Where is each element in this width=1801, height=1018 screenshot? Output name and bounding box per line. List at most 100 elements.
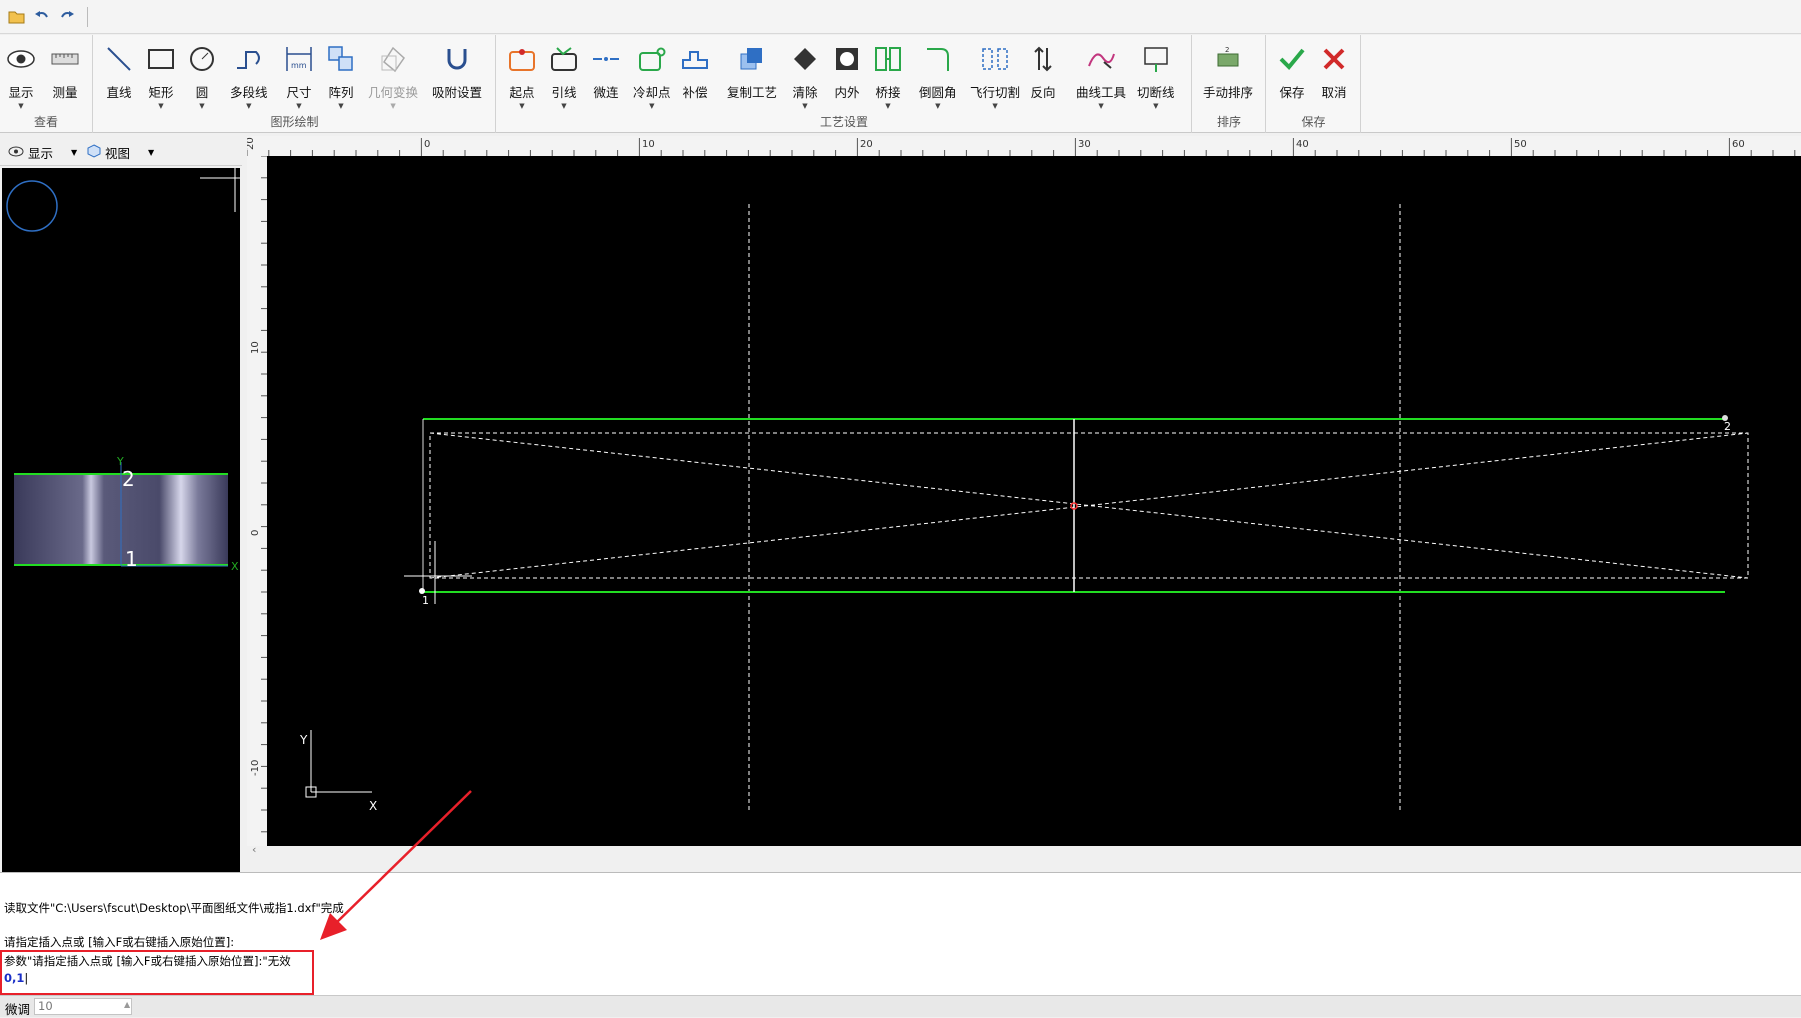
- line-button[interactable]: 直线: [104, 43, 134, 115]
- ruler-label: 10: [250, 341, 261, 354]
- rectangle-icon: [146, 43, 176, 75]
- group-label-view: 查看: [33, 115, 58, 129]
- manual-sort-button[interactable]: 2 手动排序: [1203, 43, 1253, 115]
- line-icon: [104, 43, 134, 75]
- end-point: [1722, 415, 1728, 421]
- reverse-arrows-icon: [1028, 43, 1058, 75]
- ucs-axis-icon: [305, 730, 372, 798]
- ruler-label: 10: [642, 139, 655, 150]
- compensate-icon: [680, 43, 710, 75]
- ribbon-group-save: 保存 取消 保存: [1267, 35, 1361, 133]
- horizontal-scrollbar[interactable]: ‹: [247, 843, 1801, 856]
- start-point: [419, 588, 425, 594]
- diagonal-line: [429, 432, 1749, 579]
- flycut-icon: [980, 43, 1010, 75]
- redo-icon[interactable]: [58, 8, 76, 26]
- magnet-icon: [442, 43, 472, 75]
- start-point-button[interactable]: 起点 ▼: [507, 43, 537, 115]
- ruler-label: -10: [250, 760, 261, 776]
- chevron-down-icon: ▼: [148, 148, 155, 157]
- ribbon-group-draw: 直线 矩形 ▼ 圆 ▼ 多段线 ▼ mm 尺寸 ▼ 阵列 ▼ 几何变换 ▼ 吸附…: [94, 35, 496, 133]
- ruler-left: 10 0 -10: [247, 156, 267, 846]
- save-button[interactable]: 保存: [1277, 43, 1307, 115]
- svg-text:mm: mm: [291, 61, 307, 70]
- quick-access-toolbar: [0, 0, 1801, 34]
- flycut-button[interactable]: 飞行切割 ▼: [970, 43, 1020, 115]
- lead-line-button[interactable]: 引线 ▼: [549, 43, 579, 115]
- fine-tune-label: 微调: [5, 1002, 31, 1017]
- circle-icon: [187, 43, 217, 75]
- cube-icon: [87, 144, 101, 161]
- display-button[interactable]: 显示 ▼: [6, 43, 36, 115]
- svg-text:X: X: [231, 560, 239, 573]
- end-marker-label: 2: [1724, 420, 1731, 433]
- array-button[interactable]: 阵列 ▼: [326, 43, 356, 115]
- compensate-button[interactable]: 补偿: [680, 43, 710, 115]
- highlight-box: [0, 950, 314, 995]
- measure-button[interactable]: 测量: [50, 43, 80, 115]
- microjoint-button[interactable]: 微连: [591, 43, 621, 115]
- array-icon: [326, 43, 356, 75]
- cooling-point-button[interactable]: 冷却点 ▼: [633, 43, 671, 115]
- clear-button[interactable]: 清除 ▼: [790, 43, 820, 115]
- cancel-button[interactable]: 取消: [1319, 43, 1349, 115]
- svg-text:1: 1: [125, 547, 138, 571]
- close-icon: [1319, 43, 1349, 75]
- ribbon-group-view: 显示 ▼ 测量 查看: [0, 35, 93, 133]
- eye-icon: [6, 43, 36, 75]
- geo-transform-button[interactable]: 几何变换 ▼: [368, 43, 418, 115]
- chevron-left-icon[interactable]: ‹: [252, 843, 256, 856]
- eye-icon: [8, 145, 24, 160]
- snap-settings-button[interactable]: 吸附设置: [432, 43, 482, 115]
- left-display-dropdown[interactable]: 显示 ▼: [8, 143, 77, 162]
- chevron-down-icon: ▼: [18, 102, 24, 110]
- rect-button[interactable]: 矩形 ▼: [146, 43, 176, 115]
- preview-canvas[interactable]: Y X 2 1: [2, 168, 240, 872]
- open-folder-icon[interactable]: [8, 8, 26, 26]
- undo-icon[interactable]: [33, 8, 51, 26]
- svg-text:2: 2: [1225, 46, 1229, 54]
- ruler-label: 30: [1078, 139, 1091, 150]
- ruler-label: 0: [424, 139, 430, 150]
- status-bar: 微调 10 ▲: [0, 995, 1801, 1017]
- chevron-down-icon: ▼: [71, 148, 78, 157]
- circle-button[interactable]: 圆 ▼: [187, 43, 217, 115]
- svg-text:2: 2: [122, 467, 135, 491]
- fine-tune-input[interactable]: 10: [34, 998, 132, 1015]
- ribbon: 显示 ▼ 测量 查看 直线 矩形 ▼ 圆 ▼ 多段线 ▼ mm 尺寸 ▼ 阵列 …: [0, 35, 1801, 133]
- bounding-box: [429, 432, 1749, 579]
- crosshair-cursor: [200, 168, 240, 212]
- diamond-icon: [790, 43, 820, 75]
- toolbar-separator: [87, 7, 88, 27]
- curve-tools-button[interactable]: 曲线工具 ▼: [1076, 43, 1126, 115]
- ruler-top: 20 0 10 20 30 40 50 60: [247, 136, 1801, 156]
- ruler-label: 20: [860, 139, 873, 150]
- dimension-button[interactable]: mm 尺寸 ▼: [284, 43, 314, 115]
- left-view-dropdown[interactable]: 视图 ▼: [87, 143, 154, 162]
- lead-line-icon: [549, 43, 579, 75]
- copy-process-icon: [737, 43, 767, 75]
- bridge-button[interactable]: 桥接 ▼: [873, 43, 903, 115]
- inner-outer-button[interactable]: 内外: [832, 43, 862, 115]
- copy-process-button[interactable]: 复制工艺: [727, 43, 777, 115]
- start-point-icon: [507, 43, 537, 75]
- reverse-button[interactable]: 反向: [1028, 43, 1058, 115]
- command-log-line: 读取文件"C:\Users\fscut\Desktop\平面图纸文件\戒指1.d…: [4, 901, 344, 915]
- svg-text:X: X: [369, 799, 377, 813]
- dimension-icon: mm: [284, 43, 314, 75]
- ruler-label: 0: [250, 530, 261, 536]
- drawing-canvas[interactable]: 20 0 10 20 30 40 50 60 10 0 -10 1 2 Y X …: [247, 136, 1801, 856]
- cutline-button[interactable]: 切断线 ▼: [1137, 43, 1175, 115]
- ruler-label: 60: [1732, 139, 1745, 150]
- polyline-button[interactable]: 多段线 ▼: [230, 43, 268, 115]
- compass-circle: [6, 180, 58, 232]
- center-point: [1070, 502, 1078, 510]
- group-label-sort: 排序: [1216, 115, 1241, 129]
- manual-sort-icon: 2: [1213, 43, 1243, 75]
- polyline-icon: [234, 43, 264, 75]
- spin-icon[interactable]: ▲: [124, 1000, 130, 1009]
- command-prompt: 请指定插入点或 [输入F或右键插入原始位置]:: [4, 935, 235, 949]
- chamfer-button[interactable]: 倒圆角 ▼: [919, 43, 957, 115]
- diagonal-line: [429, 432, 1749, 579]
- ruler-label: 20: [247, 137, 256, 150]
